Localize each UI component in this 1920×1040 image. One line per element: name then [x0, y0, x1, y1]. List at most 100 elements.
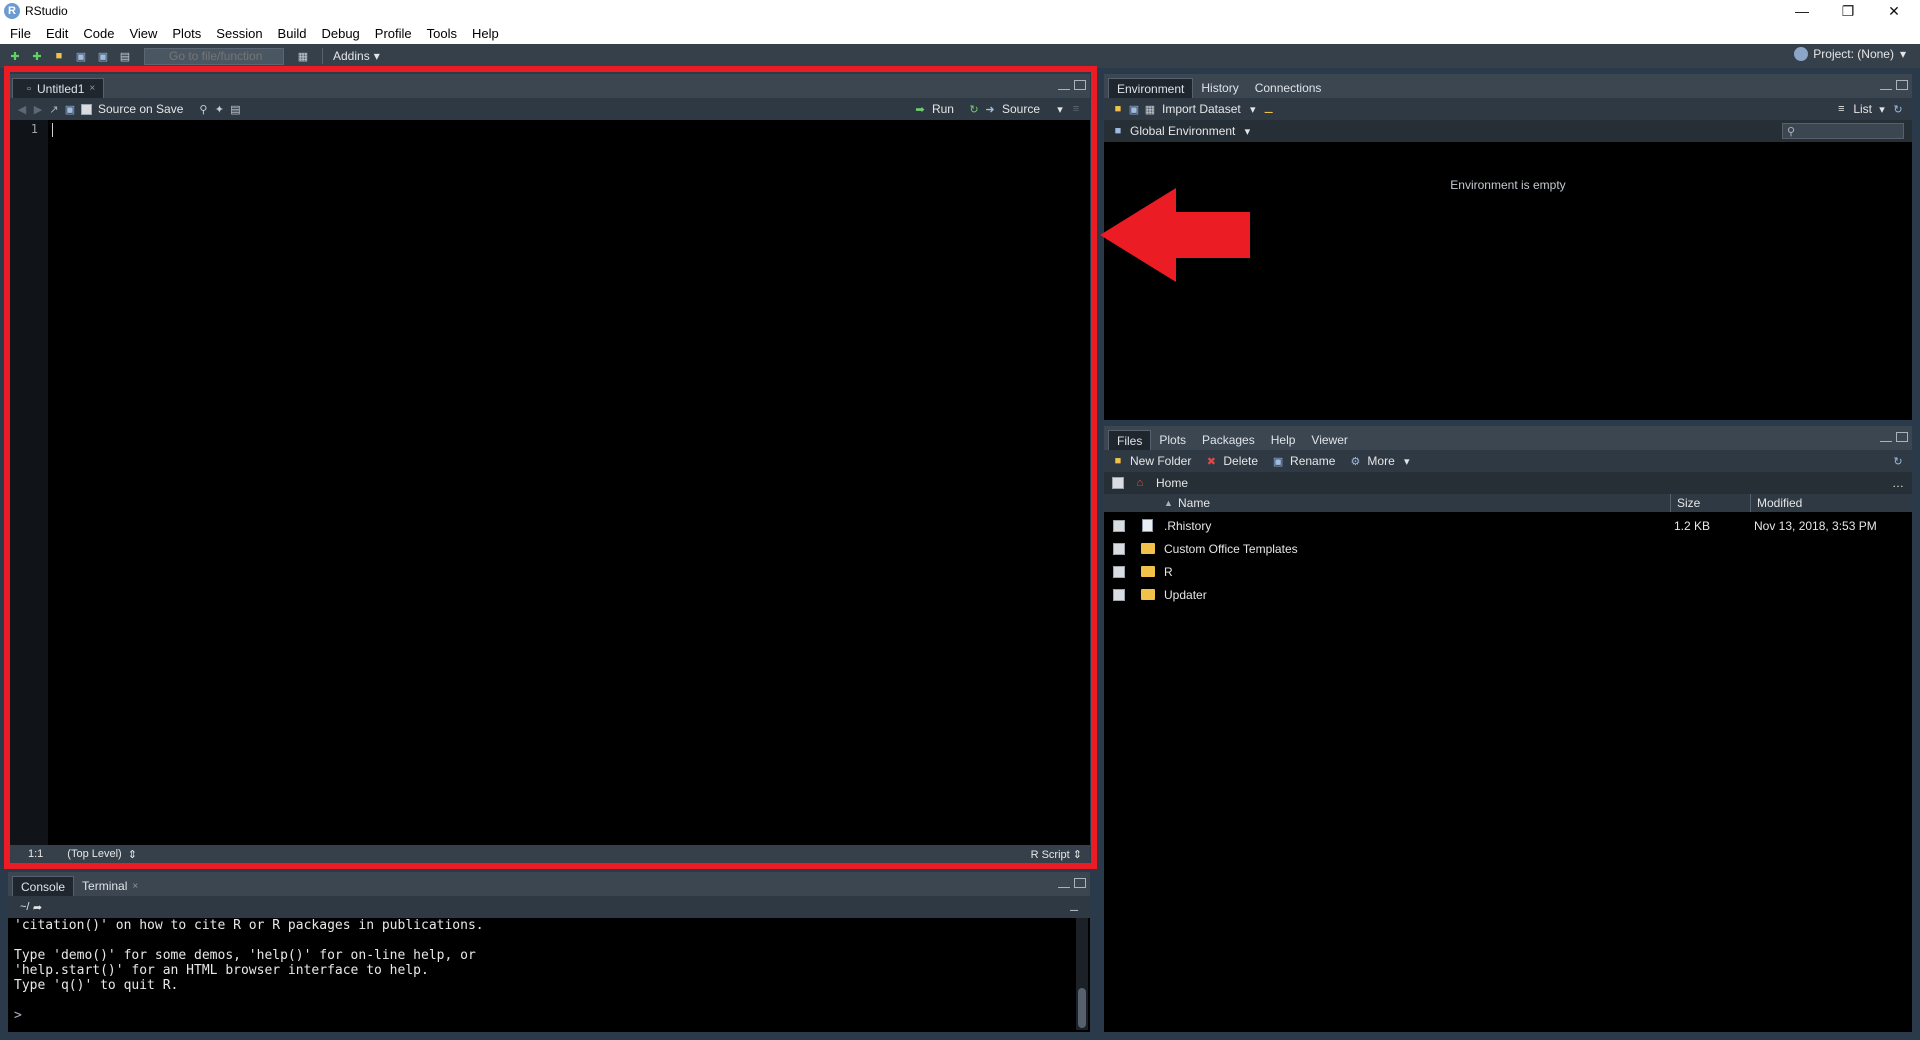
menu-plots[interactable]: Plots: [166, 26, 207, 41]
tab-console[interactable]: Console: [12, 876, 75, 896]
chevron-down-icon[interactable]: ▾: [1239, 124, 1255, 138]
table-row[interactable]: Updater: [1104, 583, 1912, 606]
chevron-down-icon[interactable]: ▾: [1399, 454, 1415, 468]
menu-session[interactable]: Session: [210, 26, 268, 41]
source-on-save-checkbox[interactable]: [78, 102, 94, 116]
clear-console-broom-icon[interactable]: ⚊: [1066, 900, 1082, 914]
print-icon[interactable]: ▤: [116, 48, 134, 64]
menu-help[interactable]: Help: [466, 26, 505, 41]
more-options-icon[interactable]: …: [1892, 476, 1904, 490]
menu-view[interactable]: View: [123, 26, 163, 41]
row-checkbox[interactable]: [1113, 588, 1125, 601]
chevron-down-icon[interactable]: ▾: [1052, 102, 1068, 116]
close-icon[interactable]: ✕: [1872, 0, 1916, 22]
menu-tools[interactable]: Tools: [421, 26, 463, 41]
tab-packages[interactable]: Packages: [1194, 430, 1263, 450]
menu-debug[interactable]: Debug: [315, 26, 365, 41]
scrollbar-thumb[interactable]: [1078, 988, 1086, 1028]
tab-files[interactable]: Files: [1108, 430, 1152, 450]
rename-button[interactable]: Rename: [1290, 454, 1335, 468]
forward-arrow-icon[interactable]: ▶: [30, 102, 46, 116]
column-modified[interactable]: Modified: [1750, 494, 1802, 512]
source-button[interactable]: Source: [1002, 102, 1040, 116]
show-in-window-icon[interactable]: ↗: [46, 102, 62, 116]
folder-name-link[interactable]: Updater: [1164, 588, 1207, 602]
tab-history[interactable]: History: [1193, 78, 1246, 98]
save-workspace-icon[interactable]: ▣: [1126, 102, 1142, 116]
minimize-pane-icon[interactable]: [1880, 436, 1892, 442]
menu-code[interactable]: Code: [77, 26, 120, 41]
tab-plots[interactable]: Plots: [1151, 430, 1194, 450]
maximize-pane-icon[interactable]: [1896, 80, 1908, 90]
menu-file[interactable]: File: [4, 26, 37, 41]
tab-help[interactable]: Help: [1263, 430, 1304, 450]
code-editor[interactable]: [48, 120, 1090, 845]
compile-report-icon[interactable]: ▤: [227, 102, 243, 116]
import-dataset-icon[interactable]: ▦: [1142, 102, 1158, 116]
run-icon[interactable]: ➡: [912, 102, 928, 116]
menu-edit[interactable]: Edit: [40, 26, 74, 41]
menu-profile[interactable]: Profile: [369, 26, 418, 41]
select-all-checkbox[interactable]: [1112, 477, 1124, 489]
goto-file-input[interactable]: [144, 47, 284, 65]
source-icon[interactable]: ➜: [982, 102, 998, 116]
close-tab-icon[interactable]: ×: [89, 83, 95, 94]
more-button[interactable]: More: [1367, 454, 1394, 468]
list-view-button[interactable]: List: [1853, 102, 1872, 116]
grid-layout-icon[interactable]: ▦: [294, 48, 312, 64]
back-arrow-icon[interactable]: ◀: [14, 102, 30, 116]
save-icon[interactable]: ▣: [72, 48, 90, 64]
column-name[interactable]: Name: [1178, 496, 1210, 510]
breadcrumb-home[interactable]: Home: [1156, 476, 1188, 490]
folder-name-link[interactable]: R: [1164, 565, 1173, 579]
close-tab-icon[interactable]: ×: [132, 881, 138, 892]
menu-build[interactable]: Build: [272, 26, 313, 41]
save-all-icon[interactable]: ▣: [94, 48, 112, 64]
minimize-pane-icon[interactable]: [1880, 84, 1892, 90]
scope-selector[interactable]: (Top Level): [67, 848, 121, 860]
minimize-pane-icon[interactable]: [1058, 84, 1070, 90]
maximize-pane-icon[interactable]: [1074, 878, 1086, 888]
search-icon[interactable]: ⚲: [195, 102, 211, 116]
console-output[interactable]: 'citation()' on how to cite R or R packa…: [14, 918, 484, 1023]
new-folder-button[interactable]: New Folder: [1130, 454, 1191, 468]
new-file-icon[interactable]: ✚: [6, 48, 24, 64]
row-checkbox[interactable]: [1113, 519, 1125, 532]
tab-connections[interactable]: Connections: [1247, 78, 1330, 98]
home-icon[interactable]: ⌂: [1132, 476, 1148, 490]
tab-untitled1[interactable]: ▫ Untitled1 ×: [12, 78, 105, 98]
table-row[interactable]: Custom Office Templates: [1104, 537, 1912, 560]
tab-terminal[interactable]: Terminal ×: [74, 876, 146, 896]
code-tools-wand-icon[interactable]: ✦: [211, 102, 227, 116]
maximize-pane-icon[interactable]: [1896, 432, 1908, 442]
refresh-icon[interactable]: ↻: [1890, 102, 1906, 116]
delete-button[interactable]: Delete: [1223, 454, 1258, 468]
go-to-directory-icon[interactable]: ➦: [29, 900, 45, 914]
column-size[interactable]: Size: [1670, 494, 1700, 512]
minimize-icon[interactable]: —: [1780, 0, 1824, 22]
project-menu[interactable]: Project: (None) ▾: [1794, 47, 1906, 61]
restore-icon[interactable]: ❐: [1826, 0, 1870, 22]
new-project-icon[interactable]: ✚: [28, 48, 46, 64]
console-prompt[interactable]: >: [14, 1008, 484, 1023]
file-type-selector[interactable]: R Script ⇕: [1031, 848, 1082, 861]
console-scrollbar[interactable]: [1076, 918, 1088, 1030]
tab-environment[interactable]: Environment: [1108, 78, 1194, 98]
save-icon[interactable]: ▣: [62, 102, 78, 116]
tab-viewer[interactable]: Viewer: [1303, 430, 1355, 450]
folder-name-link[interactable]: Custom Office Templates: [1164, 542, 1298, 556]
table-row[interactable]: R: [1104, 560, 1912, 583]
rerun-icon[interactable]: ↻: [966, 102, 982, 116]
run-button[interactable]: Run: [932, 102, 954, 116]
environment-search-input[interactable]: ⚲: [1782, 123, 1904, 139]
outline-icon[interactable]: ≡: [1068, 102, 1084, 116]
clear-broom-icon[interactable]: ⚊: [1261, 102, 1277, 116]
maximize-pane-icon[interactable]: [1074, 80, 1086, 90]
table-row[interactable]: .Rhistory 1.2 KB Nov 13, 2018, 3:53 PM: [1104, 514, 1912, 537]
row-checkbox[interactable]: [1113, 565, 1125, 578]
open-file-icon[interactable]: ■: [50, 48, 68, 64]
addins-menu[interactable]: Addins: [333, 49, 370, 63]
chevron-down-icon[interactable]: ▾: [1245, 102, 1261, 116]
minimize-pane-icon[interactable]: [1058, 882, 1070, 888]
file-name-link[interactable]: .Rhistory: [1164, 519, 1211, 533]
